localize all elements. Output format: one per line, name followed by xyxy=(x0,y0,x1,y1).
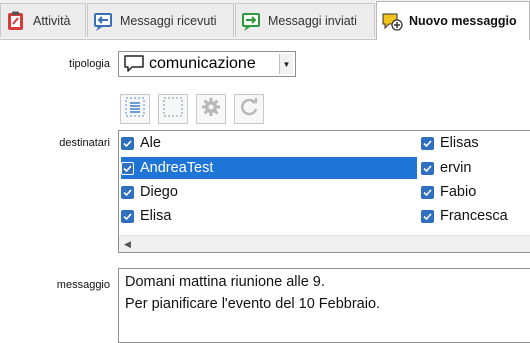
checkbox-checked-icon[interactable] xyxy=(421,185,434,199)
list-item[interactable]: Elisa xyxy=(121,205,171,227)
recipient-name: Fabio xyxy=(440,184,477,200)
tab-nuovo-messaggio-label: Nuovo messaggio xyxy=(409,14,517,28)
checkbox-checked-icon[interactable] xyxy=(121,185,134,199)
recipient-name: ervin xyxy=(440,160,472,176)
checkbox-checked-icon[interactable] xyxy=(121,209,134,223)
checkbox-checked-icon[interactable] xyxy=(421,161,434,175)
list-item[interactable]: Fabio xyxy=(421,181,476,203)
new-message-icon xyxy=(381,10,403,32)
list-item[interactable]: Diego xyxy=(121,181,178,203)
tab-attivita[interactable]: Attività xyxy=(0,3,86,37)
message-line-1: Domani mattina riunione alle 9. xyxy=(125,274,325,290)
activity-clipboard-icon xyxy=(5,10,27,32)
messaggio-label: messaggio xyxy=(56,279,110,291)
recipient-name: Elisas xyxy=(440,135,479,151)
checkbox-checked-icon[interactable] xyxy=(121,161,134,175)
tipologia-select[interactable]: comunicazione ▼ xyxy=(118,51,296,77)
recipient-name: Francesca xyxy=(440,208,508,224)
chevron-down-icon[interactable]: ▼ xyxy=(279,54,293,74)
recipient-name: Diego xyxy=(140,184,178,200)
message-textarea[interactable]: Domani mattina riunione alle 9. Per pian… xyxy=(118,268,530,343)
recipient-name: Ale xyxy=(140,135,161,151)
tipologia-value: comunicazione xyxy=(149,55,256,72)
horizontal-scrollbar[interactable]: ◀ xyxy=(119,235,530,252)
speech-bubble-icon xyxy=(123,54,145,74)
outbox-arrow-icon xyxy=(240,10,262,32)
list-item[interactable]: Francesca xyxy=(421,205,508,227)
list-item[interactable]: AndreaTest xyxy=(121,157,417,179)
tab-messaggi-ricevuti[interactable]: Messaggi ricevuti xyxy=(87,3,234,37)
checkbox-checked-icon[interactable] xyxy=(421,136,434,150)
recipients-list[interactable]: Ale AndreaTest Diego Elisa Elisas ervin … xyxy=(118,130,530,253)
message-line-2: Per pianificare l'evento del 10 Febbraio… xyxy=(125,296,381,312)
settings-gear-icon xyxy=(200,96,222,123)
tipologia-label: tipologia xyxy=(69,58,110,70)
select-none-icon xyxy=(162,96,184,123)
refresh-icon xyxy=(238,96,260,123)
checkbox-checked-icon[interactable] xyxy=(421,209,434,223)
tab-messaggi-inviati-label: Messaggi inviati xyxy=(268,13,357,28)
list-item[interactable]: Elisas xyxy=(421,132,479,154)
tab-nuovo-messaggio[interactable]: Nuovo messaggio xyxy=(376,1,530,40)
settings-button[interactable] xyxy=(196,94,226,124)
recipient-name: AndreaTest xyxy=(140,160,214,176)
select-all-button[interactable] xyxy=(120,94,150,124)
select-all-icon xyxy=(124,96,146,123)
list-item[interactable]: ervin xyxy=(421,157,471,179)
destinatari-label: destinatari xyxy=(59,137,110,149)
checkbox-checked-icon[interactable] xyxy=(121,136,134,150)
select-none-button[interactable] xyxy=(158,94,188,124)
tab-messaggi-inviati[interactable]: Messaggi inviati xyxy=(235,3,375,37)
inbox-arrow-icon xyxy=(92,10,114,32)
recipient-name: Elisa xyxy=(140,208,172,224)
tab-bar: Attività Messaggi ricevuti Messaggi invi… xyxy=(0,0,530,40)
list-item[interactable]: Ale xyxy=(121,132,161,154)
tab-attivita-label: Attività xyxy=(33,13,71,28)
scroll-left-icon[interactable]: ◀ xyxy=(124,239,131,250)
refresh-button[interactable] xyxy=(234,94,264,124)
tab-messaggi-ricevuti-label: Messaggi ricevuti xyxy=(120,13,217,28)
